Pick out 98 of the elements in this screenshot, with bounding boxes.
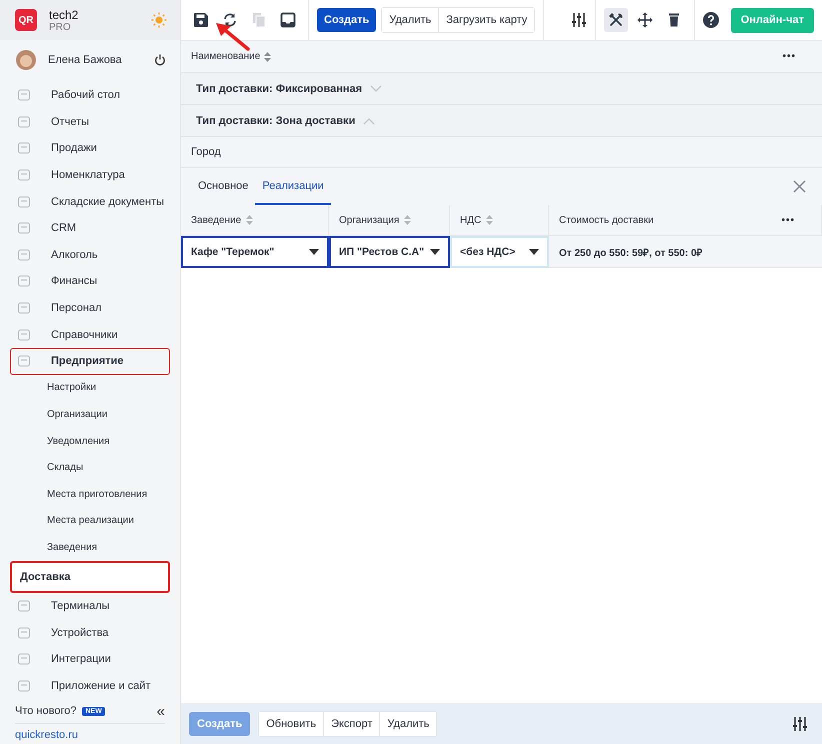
nav-subitem[interactable]: Места реализации bbox=[10, 508, 170, 534]
column-label[interactable]: Стоимость доставки bbox=[559, 214, 654, 226]
nav-label: Интеграции bbox=[51, 653, 111, 666]
move-arrows-icon bbox=[636, 12, 653, 28]
plan-label: PRO bbox=[49, 22, 72, 32]
whats-new-link[interactable]: Что нового? bbox=[15, 705, 76, 718]
menu-icon bbox=[17, 626, 31, 640]
nav-subitem[interactable]: Доставка bbox=[10, 560, 170, 593]
menu-icon bbox=[17, 652, 31, 666]
tab[interactable]: Основное bbox=[191, 168, 256, 205]
menu-icon bbox=[17, 221, 31, 236]
nav-label: Рабочий стол bbox=[51, 89, 120, 102]
nav-subitem[interactable]: Уведомления bbox=[10, 428, 170, 454]
nav-subitem[interactable]: Организации bbox=[10, 401, 170, 428]
menu-icon bbox=[17, 194, 31, 209]
nav-item[interactable]: Устройства bbox=[10, 619, 170, 646]
avatar-icon bbox=[16, 50, 36, 70]
column-label[interactable]: НДС bbox=[460, 214, 482, 226]
menu-icon bbox=[17, 354, 31, 368]
nav-item[interactable]: Персонал bbox=[10, 294, 170, 322]
nav-item[interactable]: CRM bbox=[10, 214, 170, 242]
refresh-icon bbox=[222, 12, 238, 28]
nav-subitem[interactable]: Настройки bbox=[10, 374, 170, 402]
app-logo: QR bbox=[15, 9, 37, 31]
nav-label: Приложение и сайт bbox=[51, 680, 151, 692]
nav-label: CRM bbox=[51, 222, 76, 234]
tray-icon bbox=[280, 12, 296, 28]
group-label: Тип доставки: Зона доставки bbox=[196, 114, 356, 126]
nav-item[interactable]: Алкоголь bbox=[10, 242, 170, 268]
nav-item[interactable]: Продажи bbox=[10, 135, 170, 162]
nav-label: Персонал bbox=[51, 302, 102, 314]
caret-icon bbox=[309, 249, 319, 255]
nav-item[interactable]: Рабочий стол bbox=[10, 82, 170, 109]
nav-label: Устройства bbox=[51, 626, 109, 639]
nav-label: Продажи bbox=[51, 142, 97, 154]
column-header[interactable]: Наименование bbox=[191, 51, 260, 62]
menu-icon bbox=[17, 114, 31, 129]
sliders-icon[interactable] bbox=[792, 716, 808, 732]
nav-item[interactable]: Предприятие bbox=[10, 348, 170, 375]
action-button[interactable]: Удалить bbox=[382, 8, 440, 32]
group-row[interactable]: Тип доставки: Зона доставки bbox=[181, 105, 822, 137]
nav-label: Отчеты bbox=[51, 116, 90, 128]
pointer-arrow bbox=[215, 22, 251, 52]
collapse-button[interactable]: « bbox=[156, 704, 165, 719]
nav-item[interactable]: Терминалы bbox=[10, 592, 170, 620]
floppy-icon bbox=[193, 12, 209, 28]
sort-icon[interactable] bbox=[264, 52, 272, 62]
action-button[interactable]: Обновить bbox=[259, 712, 324, 736]
caret-icon bbox=[430, 249, 440, 255]
account-name: tech2 bbox=[49, 8, 80, 22]
nav-item[interactable]: Справочники bbox=[10, 321, 170, 348]
nav-item[interactable]: Складские документы bbox=[10, 188, 170, 215]
nav-item[interactable]: Интеграции bbox=[10, 646, 170, 672]
menu-icon bbox=[17, 301, 31, 316]
more-menu[interactable]: ••• bbox=[781, 214, 795, 226]
dropdown[interactable]: ИП "Рестов С.А" bbox=[329, 236, 450, 268]
menu-icon bbox=[17, 168, 31, 182]
site-link[interactable]: quickresto.ru bbox=[15, 724, 165, 742]
dropdown[interactable]: <без НДС> bbox=[450, 236, 549, 268]
menu-icon bbox=[17, 88, 31, 102]
group-label: Тип доставки: Фиксированная bbox=[196, 82, 362, 94]
menu-icon bbox=[17, 328, 31, 342]
nav-subitem[interactable]: Склады bbox=[10, 454, 170, 481]
nav-label: Складские документы bbox=[51, 196, 164, 208]
power-icon[interactable] bbox=[154, 54, 166, 66]
table-cell: От 250 до 550: 59₽, от 550: 0₽ bbox=[549, 236, 822, 268]
nav-label: Номенклатура bbox=[51, 169, 125, 182]
nav-item[interactable]: Приложение и сайт bbox=[10, 672, 170, 700]
close-icon[interactable] bbox=[793, 180, 806, 193]
nav-item[interactable]: Номенклатура bbox=[10, 162, 170, 188]
help-icon[interactable] bbox=[702, 12, 719, 28]
nav-subitem[interactable]: Заведения bbox=[10, 534, 170, 561]
menu-icon bbox=[17, 274, 31, 288]
more-menu[interactable]: ••• bbox=[782, 51, 796, 62]
create-button[interactable]: Создать bbox=[317, 8, 376, 32]
menu-icon bbox=[17, 598, 31, 613]
menu-icon bbox=[17, 248, 31, 262]
caret-icon bbox=[529, 249, 539, 255]
dropdown[interactable]: Кафе "Теремок" bbox=[181, 236, 329, 268]
tools-button[interactable] bbox=[604, 8, 628, 32]
hammer-wrench-icon bbox=[608, 12, 624, 28]
sliders-icon[interactable] bbox=[570, 12, 587, 28]
nav-label: Справочники bbox=[51, 328, 118, 341]
list-row[interactable]: Город bbox=[181, 137, 822, 168]
nav-label: Предприятие bbox=[51, 355, 124, 368]
nav-label: Алкоголь bbox=[51, 248, 98, 261]
nav-subitem[interactable]: Места приготовления bbox=[10, 480, 170, 508]
copy-icon bbox=[251, 12, 267, 28]
nav-item[interactable]: Отчеты bbox=[10, 108, 170, 136]
user-name: Елена Бажова bbox=[48, 54, 123, 66]
menu-icon bbox=[17, 678, 31, 693]
group-row[interactable]: Тип доставки: Фиксированная bbox=[181, 73, 822, 105]
column-label[interactable]: Заведение bbox=[191, 214, 242, 226]
nav-item[interactable]: Финансы bbox=[10, 268, 170, 295]
nav-label: Финансы bbox=[51, 275, 98, 288]
column-label[interactable]: Организация bbox=[339, 214, 400, 226]
menu-icon bbox=[17, 141, 31, 156]
nav-label: Терминалы bbox=[51, 600, 110, 612]
